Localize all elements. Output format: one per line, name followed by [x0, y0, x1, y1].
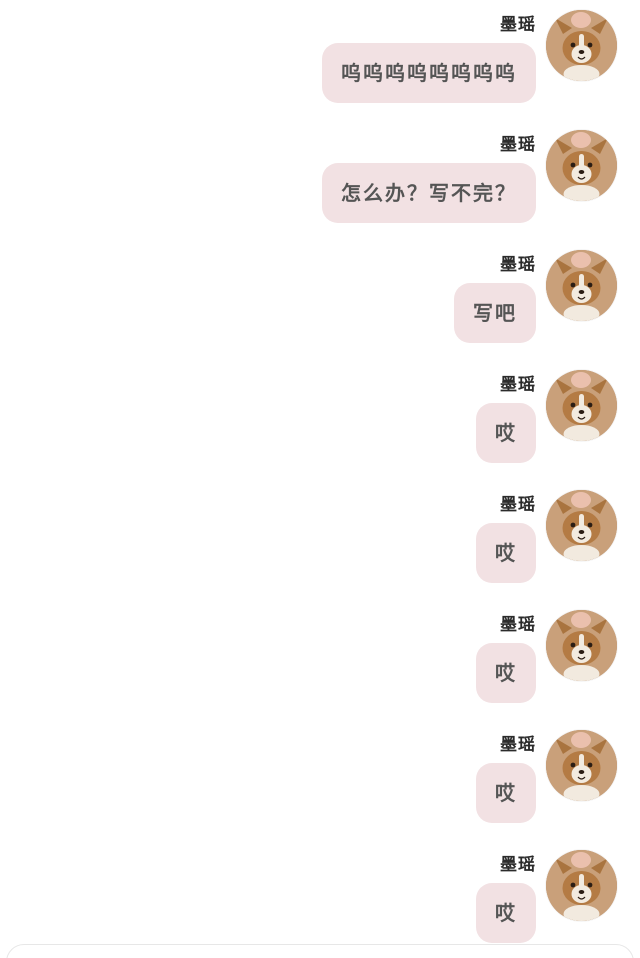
sender-name: 墨瑶	[500, 15, 536, 35]
message-bubble[interactable]: 呜呜呜呜呜呜呜呜	[322, 43, 536, 103]
sender-name: 墨瑶	[500, 255, 536, 275]
corgi-avatar-icon[interactable]	[546, 370, 617, 441]
input-bar[interactable]	[6, 944, 634, 958]
chat-area: 墨瑶 呜呜呜呜呜呜呜呜 墨瑶 怎么办？写不完？ 墨瑶 写吧 墨瑶 哎 墨瑶 哎 …	[0, 0, 640, 958]
corgi-avatar-icon[interactable]	[546, 610, 617, 681]
message-item: 墨瑶 哎	[0, 480, 640, 600]
message-bubble[interactable]: 写吧	[454, 283, 536, 343]
message-item: 墨瑶 哎	[0, 600, 640, 720]
corgi-avatar-icon[interactable]	[546, 130, 617, 201]
corgi-avatar-icon[interactable]	[546, 10, 617, 81]
message-item: 墨瑶 写吧	[0, 240, 640, 360]
sender-name: 墨瑶	[500, 735, 536, 755]
message-item: 墨瑶 哎	[0, 840, 640, 958]
corgi-avatar-icon[interactable]	[546, 730, 617, 801]
message-item: 墨瑶 怎么办？写不完？	[0, 120, 640, 240]
sender-name: 墨瑶	[500, 375, 536, 395]
corgi-avatar-icon[interactable]	[546, 250, 617, 321]
message-bubble[interactable]: 哎	[476, 523, 536, 583]
sender-name: 墨瑶	[500, 495, 536, 515]
message-bubble[interactable]: 哎	[476, 403, 536, 463]
corgi-avatar-icon[interactable]	[546, 490, 617, 561]
message-bubble[interactable]: 怎么办？写不完？	[322, 163, 536, 223]
message-item: 墨瑶 哎	[0, 720, 640, 840]
message-bubble[interactable]: 哎	[476, 883, 536, 943]
corgi-avatar-icon[interactable]	[546, 850, 617, 921]
sender-name: 墨瑶	[500, 135, 536, 155]
message-item: 墨瑶 呜呜呜呜呜呜呜呜	[0, 0, 640, 120]
message-bubble[interactable]: 哎	[476, 643, 536, 703]
message-item: 墨瑶 哎	[0, 360, 640, 480]
message-bubble[interactable]: 哎	[476, 763, 536, 823]
sender-name: 墨瑶	[500, 855, 536, 875]
sender-name: 墨瑶	[500, 615, 536, 635]
